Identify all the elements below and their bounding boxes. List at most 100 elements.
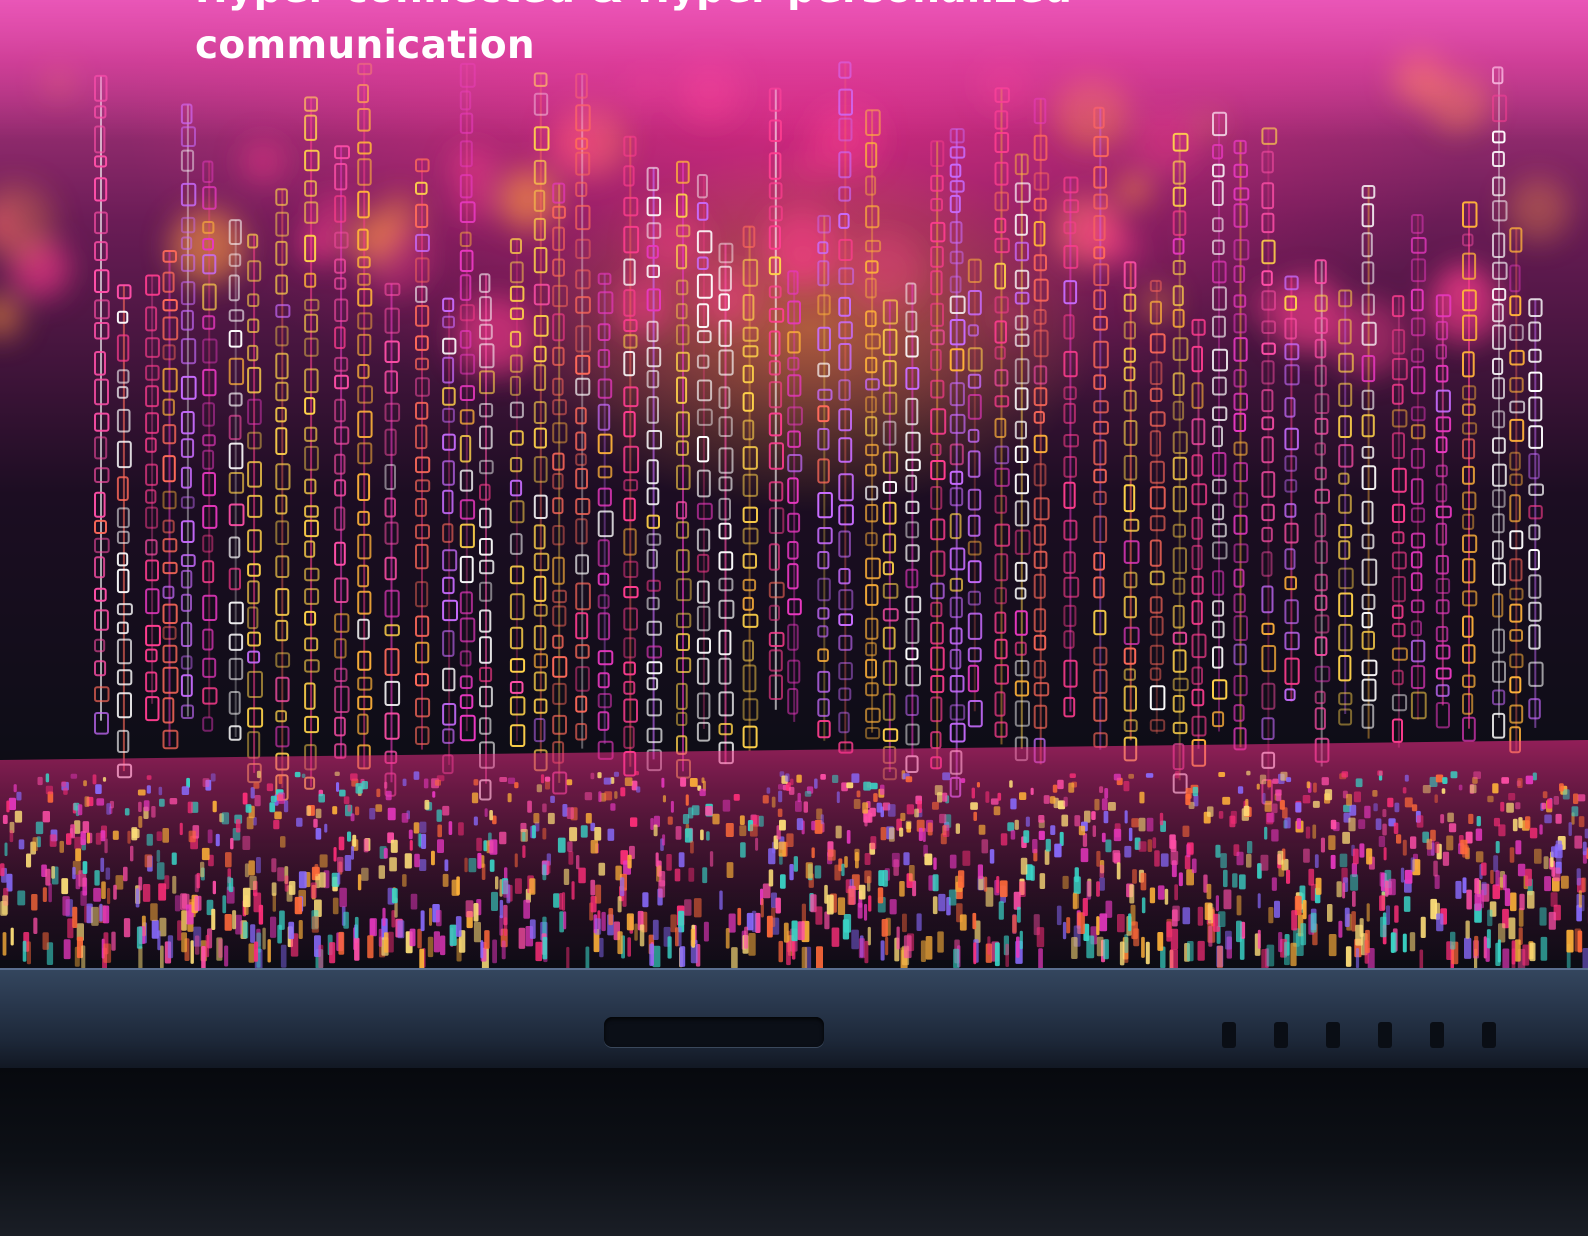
- floor-pixel: [8, 797, 16, 810]
- floor-pixel: [627, 937, 631, 957]
- floor-pixel: [318, 944, 324, 969]
- floor-pixel: [489, 839, 498, 855]
- floor-pixel: [962, 850, 971, 866]
- code-column: [949, 128, 966, 798]
- floor-pixel: [1571, 806, 1579, 817]
- floor-pixel: [864, 853, 871, 865]
- floor-pixel: [748, 933, 756, 956]
- floor-pixel: [1303, 848, 1310, 863]
- floor-pixel: [1124, 845, 1132, 858]
- floor-pixel: [42, 887, 47, 902]
- bokeh-light: [1142, 287, 1174, 319]
- floor-pixel: [1365, 929, 1370, 954]
- floor-pixel: [567, 841, 573, 852]
- code-column: [1014, 153, 1031, 762]
- floor-pixel: [1030, 865, 1035, 881]
- code-column: [459, 62, 476, 742]
- floor-pixel: [712, 813, 720, 825]
- floor-pixel: [804, 791, 812, 797]
- floor-pixel: [130, 845, 134, 862]
- floor-pixel: [1508, 793, 1516, 801]
- floor-pixel: [690, 840, 694, 854]
- floor-pixel: [771, 907, 776, 927]
- floor-pixel: [156, 849, 161, 862]
- floor-pixel: [1246, 770, 1251, 776]
- floor-pixel: [419, 948, 425, 971]
- floor-pixel: [1218, 772, 1226, 777]
- floor-pixel: [815, 906, 823, 925]
- floor-pixel: [1330, 819, 1337, 830]
- floor-pixel: [1191, 858, 1197, 874]
- floor-pixel: [42, 811, 50, 823]
- code-column: [1435, 294, 1452, 729]
- floor-pixel: [389, 857, 397, 872]
- floor-pixel: [864, 903, 868, 921]
- floor-pixel: [142, 884, 151, 902]
- floor-pixel: [568, 851, 574, 865]
- floor-pixel: [250, 787, 255, 799]
- floor-pixel: [790, 778, 794, 786]
- floor-pixel: [685, 794, 689, 806]
- floor-pixel: [135, 888, 140, 908]
- floor-pixel: [690, 928, 696, 947]
- floor-pixel: [791, 920, 798, 942]
- floor-pixel: [1582, 948, 1588, 970]
- floor-pixel: [855, 852, 859, 869]
- floor-pixel: [253, 782, 260, 789]
- floor-pixel: [584, 792, 593, 801]
- floor-pixel: [1174, 884, 1178, 901]
- floor-pixel: [684, 899, 692, 916]
- floor-pixel: [503, 880, 509, 898]
- floor-pixel: [1441, 788, 1446, 794]
- floor-pixel: [981, 839, 989, 854]
- floor-pixel: [187, 801, 193, 814]
- floor-pixel: [1502, 948, 1510, 969]
- floor-pixel: [1518, 907, 1524, 927]
- floor-pixel: [887, 804, 896, 817]
- floor-pixel: [1208, 925, 1213, 947]
- floor-pixel: [1341, 771, 1349, 778]
- floor-pixel: [1349, 804, 1357, 816]
- floor-pixel: [158, 883, 167, 901]
- floor-pixel: [492, 939, 497, 964]
- floor-pixel: [1469, 784, 1477, 794]
- floor-pixel: [796, 818, 804, 831]
- floor-pixel: [225, 852, 232, 868]
- floor-pixel: [598, 862, 606, 876]
- floor-pixel: [16, 791, 22, 801]
- floor-pixel: [410, 893, 418, 910]
- floor-pixel: [369, 918, 377, 937]
- floor-pixel: [1539, 907, 1547, 926]
- floor-pixel: [826, 894, 834, 915]
- floor-pixel: [999, 880, 1008, 898]
- floor-pixel: [80, 890, 87, 906]
- floor-pixel: [106, 803, 111, 815]
- floor-pixel: [1404, 797, 1413, 808]
- floor-pixel: [924, 853, 933, 866]
- floor-pixel: [559, 893, 563, 910]
- floor-pixel: [1101, 798, 1108, 811]
- floor-pixel: [1286, 777, 1292, 783]
- floor-pixel: [1547, 798, 1553, 809]
- floor-pixel: [26, 941, 31, 965]
- floor-pixel: [174, 895, 181, 912]
- floor-pixel: [294, 896, 303, 915]
- floor-pixel: [706, 831, 710, 841]
- floor-pixel: [1342, 831, 1350, 844]
- floor-pixel: [17, 890, 26, 906]
- floor-pixel: [1172, 905, 1180, 922]
- floor-pixel: [66, 833, 72, 845]
- floor-pixel: [942, 824, 950, 837]
- floor-pixel: [970, 802, 978, 810]
- code-column: [768, 87, 785, 710]
- floor-pixel: [678, 852, 685, 868]
- floor-pixel: [499, 899, 504, 919]
- floor-pixel: [1138, 817, 1146, 832]
- floor-pixel: [489, 859, 495, 872]
- floor-pixel: [547, 860, 551, 874]
- floor-pixel: [408, 829, 413, 840]
- floor-pixel: [896, 926, 900, 950]
- floor-pixel: [1223, 869, 1228, 888]
- floor-pixel: [1000, 833, 1008, 846]
- floor-pixel: [1271, 803, 1278, 814]
